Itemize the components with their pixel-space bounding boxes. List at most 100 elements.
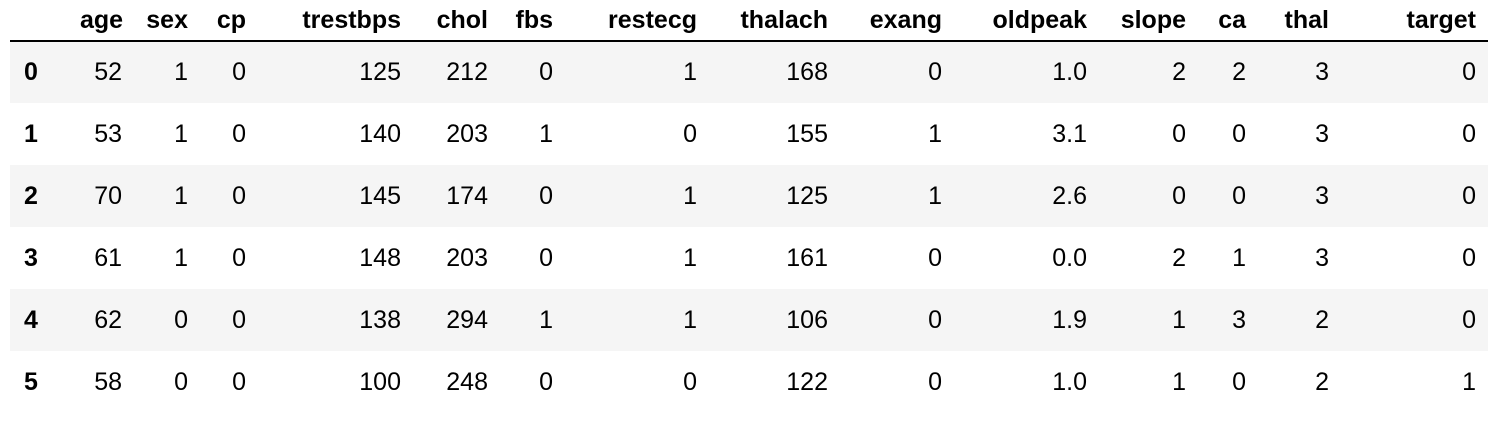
table-row: 1 53 1 0 140 203 1 0 155 1 3.1 0 0 3 0: [10, 103, 1488, 165]
cell-thalach: 155: [786, 119, 828, 148]
cell-cp: 0: [232, 181, 246, 210]
cell-age: 58: [94, 367, 122, 396]
cell-trestbps: 100: [359, 367, 401, 396]
cell-oldpeak: 1.9: [1052, 305, 1087, 334]
cell-fbs: 0: [539, 58, 553, 86]
column-header-trestbps: trestbps: [258, 0, 413, 42]
cell-chol: 203: [446, 119, 488, 148]
cell-cp: 0: [232, 367, 246, 396]
cell-fbs: 0: [539, 367, 553, 396]
cell-restecg: 0: [683, 119, 697, 148]
cell-sex: 1: [174, 243, 188, 272]
cell-ca: 0: [1232, 367, 1246, 396]
cell-restecg: 1: [683, 243, 697, 272]
cell-oldpeak: 1.0: [1052, 367, 1087, 396]
cell-sex: 0: [174, 367, 188, 396]
cell-chol: 294: [446, 305, 488, 334]
cell-target: 0: [1462, 181, 1476, 210]
row-index-cell: 3: [24, 243, 38, 272]
cell-chol: 212: [446, 58, 488, 86]
cell-age: 52: [94, 58, 122, 86]
cell-ca: 0: [1232, 119, 1246, 148]
cell-fbs: 0: [539, 181, 553, 210]
cell-cp: 0: [232, 305, 246, 334]
row-index-cell: 5: [24, 367, 38, 396]
cell-thal: 2: [1315, 305, 1329, 334]
cell-target: 1: [1462, 367, 1476, 396]
table-header: age sex cp trestbps chol fbs restecg tha…: [10, 0, 1488, 42]
cell-slope: 1: [1172, 305, 1186, 334]
cell-thal: 3: [1315, 58, 1329, 86]
cell-fbs: 1: [539, 119, 553, 148]
column-header-slope: slope: [1099, 0, 1198, 42]
column-header-restecg: restecg: [565, 0, 709, 42]
cell-trestbps: 140: [359, 119, 401, 148]
cell-cp: 0: [232, 119, 246, 148]
row-index-cell: 1: [24, 119, 38, 148]
cell-exang: 1: [928, 119, 942, 148]
table-row: 4 62 0 0 138 294 1 1 106 0 1.9 1 3 2 0: [10, 289, 1488, 351]
cell-restecg: 1: [683, 58, 697, 86]
cell-thalach: 122: [786, 367, 828, 396]
cell-oldpeak: 0.0: [1052, 243, 1087, 272]
cell-trestbps: 145: [359, 181, 401, 210]
cell-slope: 1: [1172, 367, 1186, 396]
cell-oldpeak: 3.1: [1052, 119, 1087, 148]
cell-slope: 2: [1172, 243, 1186, 272]
cell-thal: 3: [1315, 119, 1329, 148]
notebook-output-area: age sex cp trestbps chol fbs restecg tha…: [0, 0, 1508, 425]
table-row: 0 52 1 0 125 212 0 1 168 0 1.0 2 2 3 0: [10, 41, 1488, 103]
cell-ca: 1: [1232, 243, 1246, 272]
cell-target: 0: [1462, 305, 1476, 334]
cell-trestbps: 125: [359, 58, 401, 86]
column-header-ca: ca: [1198, 0, 1258, 42]
dataframe-table: age sex cp trestbps chol fbs restecg tha…: [10, 0, 1488, 413]
cell-thalach: 168: [786, 58, 828, 86]
column-header-sex: sex: [134, 0, 200, 42]
cell-exang: 1: [928, 181, 942, 210]
column-header-fbs: fbs: [500, 0, 565, 42]
cell-slope: 0: [1172, 181, 1186, 210]
index-header-cell: [10, 0, 68, 42]
cell-sex: 1: [174, 119, 188, 148]
row-index-cell: 0: [24, 58, 38, 86]
cell-exang: 0: [928, 305, 942, 334]
row-index-cell: 2: [24, 181, 38, 210]
table-body: 0 52 1 0 125 212 0 1 168 0 1.0 2 2 3 0 1 53 1 0 140 203 1 0 155…: [10, 41, 1488, 413]
cell-restecg: 1: [683, 305, 697, 334]
cell-target: 0: [1462, 243, 1476, 272]
cell-thal: 3: [1315, 181, 1329, 210]
table-row: 3 61 1 0 148 203 0 1 161 0 0.0 2 1 3 0: [10, 227, 1488, 289]
column-header-chol: chol: [413, 0, 500, 42]
column-header-thalach: thalach: [709, 0, 840, 42]
cell-chol: 203: [446, 243, 488, 272]
table-row: 2 70 1 0 145 174 0 1 125 1 2.6 0 0 3 0: [10, 165, 1488, 227]
cell-exang: 0: [928, 243, 942, 272]
cell-age: 70: [94, 181, 122, 210]
cell-ca: 2: [1232, 58, 1246, 86]
cell-thal: 3: [1315, 243, 1329, 272]
cell-sex: 0: [174, 305, 188, 334]
cell-target: 0: [1462, 119, 1476, 148]
cell-trestbps: 148: [359, 243, 401, 272]
cell-restecg: 0: [683, 367, 697, 396]
cell-ca: 3: [1232, 305, 1246, 334]
column-header-cp: cp: [200, 0, 258, 42]
cell-target: 0: [1462, 58, 1476, 86]
cell-age: 62: [94, 305, 122, 334]
cell-slope: 2: [1172, 58, 1186, 86]
cell-age: 53: [94, 119, 122, 148]
row-index-cell: 4: [24, 305, 38, 334]
cell-oldpeak: 1.0: [1052, 58, 1087, 86]
cell-thalach: 106: [786, 305, 828, 334]
cell-exang: 0: [928, 58, 942, 86]
column-header-age: age: [68, 0, 134, 42]
cell-thalach: 125: [786, 181, 828, 210]
cell-fbs: 1: [539, 305, 553, 334]
cell-fbs: 0: [539, 243, 553, 272]
cell-exang: 0: [928, 367, 942, 396]
cell-chol: 174: [446, 181, 488, 210]
cell-thalach: 161: [786, 243, 828, 272]
cell-ca: 0: [1232, 181, 1246, 210]
cell-chol: 248: [446, 367, 488, 396]
